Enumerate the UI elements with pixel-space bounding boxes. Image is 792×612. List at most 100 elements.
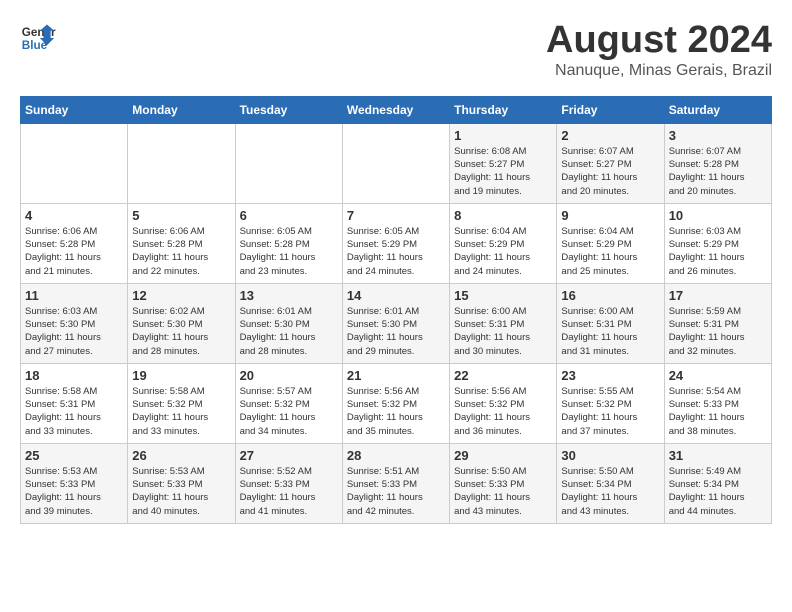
header-monday: Monday xyxy=(128,96,235,123)
calendar-cell: 29Sunrise: 5:50 AM Sunset: 5:33 PM Dayli… xyxy=(450,443,557,523)
day-info: Sunrise: 5:56 AM Sunset: 5:32 PM Dayligh… xyxy=(454,385,552,438)
day-number: 25 xyxy=(25,448,123,463)
day-number: 11 xyxy=(25,288,123,303)
day-info: Sunrise: 5:52 AM Sunset: 5:33 PM Dayligh… xyxy=(240,465,338,518)
day-info: Sunrise: 6:04 AM Sunset: 5:29 PM Dayligh… xyxy=(454,225,552,278)
day-info: Sunrise: 6:07 AM Sunset: 5:28 PM Dayligh… xyxy=(669,145,767,198)
header-friday: Friday xyxy=(557,96,664,123)
calendar-cell: 15 Sunrise: 6:00 AM Sunset: 5:31 PM Dayli… xyxy=(450,283,557,363)
title-block: August 2024 Nanuque, Minas Gerais, Brazi… xyxy=(546,20,772,80)
calendar-cell: 14Sunrise: 6:01 AM Sunset: 5:30 PM Dayli… xyxy=(342,283,449,363)
day-info: Sunrise: 6:03 AM Sunset: 5:29 PM Dayligh… xyxy=(669,225,767,278)
day-number: 18 xyxy=(25,368,123,383)
day-info: Sunrise: 5:56 AM Sunset: 5:32 PM Dayligh… xyxy=(347,385,445,438)
calendar-cell: 12 Sunrise: 6:02 AM Sunset: 5:30 PM Dayli… xyxy=(128,283,235,363)
day-number: 28 xyxy=(347,448,445,463)
calendar-cell: 2 Sunrise: 6:07 AM Sunset: 5:27 PM Daylig… xyxy=(557,123,664,203)
calendar-cell: 9 Sunrise: 6:04 AM Sunset: 5:29 PM Daylig… xyxy=(557,203,664,283)
calendar-cell xyxy=(235,123,342,203)
calendar-cell: 23 Sunrise: 5:55 AM Sunset: 5:32 PM Dayli… xyxy=(557,363,664,443)
calendar-cell: 30 Sunrise: 5:50 AM Sunset: 5:34 PM Dayli… xyxy=(557,443,664,523)
calendar-cell xyxy=(21,123,128,203)
calendar-title: August 2024 xyxy=(546,20,772,62)
day-number: 15 xyxy=(454,288,552,303)
day-info: Sunrise: 6:08 AM Sunset: 5:27 PM Dayligh… xyxy=(454,145,552,198)
day-number: 21 xyxy=(347,368,445,383)
day-info: Sunrise: 5:50 AM Sunset: 5:33 PM Dayligh… xyxy=(454,465,552,518)
calendar-subtitle: Nanuque, Minas Gerais, Brazil xyxy=(546,62,772,80)
day-info: Sunrise: 6:03 AM Sunset: 5:30 PM Dayligh… xyxy=(25,305,123,358)
calendar-cell: 18 Sunrise: 5:58 AM Sunset: 5:31 PM Dayli… xyxy=(21,363,128,443)
calendar-header-row: SundayMondayTuesdayWednesdayThursdayFrid… xyxy=(21,96,772,123)
day-number: 20 xyxy=(240,368,338,383)
day-number: 12 xyxy=(132,288,230,303)
day-info: Sunrise: 6:05 AM Sunset: 5:29 PM Dayligh… xyxy=(347,225,445,278)
day-info: Sunrise: 6:00 AM Sunset: 5:31 PM Dayligh… xyxy=(454,305,552,358)
calendar-cell: 28 Sunrise: 5:51 AM Sunset: 5:33 PM Dayli… xyxy=(342,443,449,523)
calendar-cell: 25Sunrise: 5:53 AM Sunset: 5:33 PM Dayli… xyxy=(21,443,128,523)
calendar-cell: 6Sunrise: 6:05 AM Sunset: 5:28 PM Daylig… xyxy=(235,203,342,283)
day-number: 16 xyxy=(561,288,659,303)
header-wednesday: Wednesday xyxy=(342,96,449,123)
calendar-cell: 5Sunrise: 6:06 AM Sunset: 5:28 PM Daylig… xyxy=(128,203,235,283)
day-info: Sunrise: 5:53 AM Sunset: 5:33 PM Dayligh… xyxy=(132,465,230,518)
day-number: 26 xyxy=(132,448,230,463)
day-info: Sunrise: 6:06 AM Sunset: 5:28 PM Dayligh… xyxy=(25,225,123,278)
day-number: 13 xyxy=(240,288,338,303)
calendar-cell xyxy=(342,123,449,203)
calendar-cell: 10 Sunrise: 6:03 AM Sunset: 5:29 PM Dayli… xyxy=(664,203,771,283)
calendar-week-5: 25 Sunrise: 5:53 AM Sunset: 5:33 PM Dayli… xyxy=(21,443,772,523)
header-saturday: Saturday xyxy=(664,96,771,123)
calendar-cell: 22Sunrise: 5:56 AM Sunset: 5:32 PM Dayli… xyxy=(450,363,557,443)
day-number: 2 xyxy=(561,128,659,143)
day-info: Sunrise: 5:54 AM Sunset: 5:33 PM Dayligh… xyxy=(669,385,767,438)
page-header: General Blue August 2024 Nanuque, Minas … xyxy=(20,20,772,80)
day-number: 14 xyxy=(347,288,445,303)
calendar-cell: 11 Sunrise: 6:03 AM Sunset: 5:30 PM Dayli… xyxy=(21,283,128,363)
day-number: 10 xyxy=(669,208,767,223)
day-number: 19 xyxy=(132,368,230,383)
calendar-cell: 8 Sunrise: 6:04 AM Sunset: 5:29 PM Daylig… xyxy=(450,203,557,283)
day-info: Sunrise: 5:50 AM Sunset: 5:34 PM Dayligh… xyxy=(561,465,659,518)
day-number: 17 xyxy=(669,288,767,303)
day-number: 8 xyxy=(454,208,552,223)
calendar-cell: 4 Sunrise: 6:06 AM Sunset: 5:28 PM Daylig… xyxy=(21,203,128,283)
calendar-cell: 21 Sunrise: 5:56 AM Sunset: 5:32 PM Dayli… xyxy=(342,363,449,443)
day-info: Sunrise: 6:00 AM Sunset: 5:31 PM Dayligh… xyxy=(561,305,659,358)
calendar-week-2: 4 Sunrise: 6:06 AM Sunset: 5:28 PM Daylig… xyxy=(21,203,772,283)
calendar-cell: 7 Sunrise: 6:05 AM Sunset: 5:29 PM Daylig… xyxy=(342,203,449,283)
day-number: 23 xyxy=(561,368,659,383)
day-info: Sunrise: 5:57 AM Sunset: 5:32 PM Dayligh… xyxy=(240,385,338,438)
calendar-cell: 16 Sunrise: 6:00 AM Sunset: 5:31 PM Dayli… xyxy=(557,283,664,363)
day-info: Sunrise: 6:02 AM Sunset: 5:30 PM Dayligh… xyxy=(132,305,230,358)
day-info: Sunrise: 5:58 AM Sunset: 5:31 PM Dayligh… xyxy=(25,385,123,438)
day-number: 3 xyxy=(669,128,767,143)
day-number: 30 xyxy=(561,448,659,463)
header-thursday: Thursday xyxy=(450,96,557,123)
calendar-cell: 31 Sunrise: 5:49 AM Sunset: 5:34 PM Dayli… xyxy=(664,443,771,523)
day-info: Sunrise: 5:49 AM Sunset: 5:34 PM Dayligh… xyxy=(669,465,767,518)
header-sunday: Sunday xyxy=(21,96,128,123)
calendar-cell: 27Sunrise: 5:52 AM Sunset: 5:33 PM Dayli… xyxy=(235,443,342,523)
day-number: 1 xyxy=(454,128,552,143)
logo: General Blue xyxy=(20,20,60,56)
calendar-cell: 19 Sunrise: 5:58 AM Sunset: 5:32 PM Dayli… xyxy=(128,363,235,443)
day-number: 9 xyxy=(561,208,659,223)
day-info: Sunrise: 6:04 AM Sunset: 5:29 PM Dayligh… xyxy=(561,225,659,278)
day-number: 5 xyxy=(132,208,230,223)
calendar-cell: 17Sunrise: 5:59 AM Sunset: 5:31 PM Dayli… xyxy=(664,283,771,363)
day-info: Sunrise: 6:07 AM Sunset: 5:27 PM Dayligh… xyxy=(561,145,659,198)
day-number: 24 xyxy=(669,368,767,383)
day-info: Sunrise: 5:55 AM Sunset: 5:32 PM Dayligh… xyxy=(561,385,659,438)
calendar-cell: 13Sunrise: 6:01 AM Sunset: 5:30 PM Dayli… xyxy=(235,283,342,363)
day-number: 7 xyxy=(347,208,445,223)
calendar-cell: 24 Sunrise: 5:54 AM Sunset: 5:33 PM Dayli… xyxy=(664,363,771,443)
day-info: Sunrise: 5:51 AM Sunset: 5:33 PM Dayligh… xyxy=(347,465,445,518)
day-info: Sunrise: 5:58 AM Sunset: 5:32 PM Dayligh… xyxy=(132,385,230,438)
calendar-cell: 1 Sunrise: 6:08 AM Sunset: 5:27 PM Daylig… xyxy=(450,123,557,203)
day-number: 31 xyxy=(669,448,767,463)
calendar-cell: 3 Sunrise: 6:07 AM Sunset: 5:28 PM Daylig… xyxy=(664,123,771,203)
calendar-week-4: 18 Sunrise: 5:58 AM Sunset: 5:31 PM Dayli… xyxy=(21,363,772,443)
day-number: 4 xyxy=(25,208,123,223)
calendar-cell xyxy=(128,123,235,203)
